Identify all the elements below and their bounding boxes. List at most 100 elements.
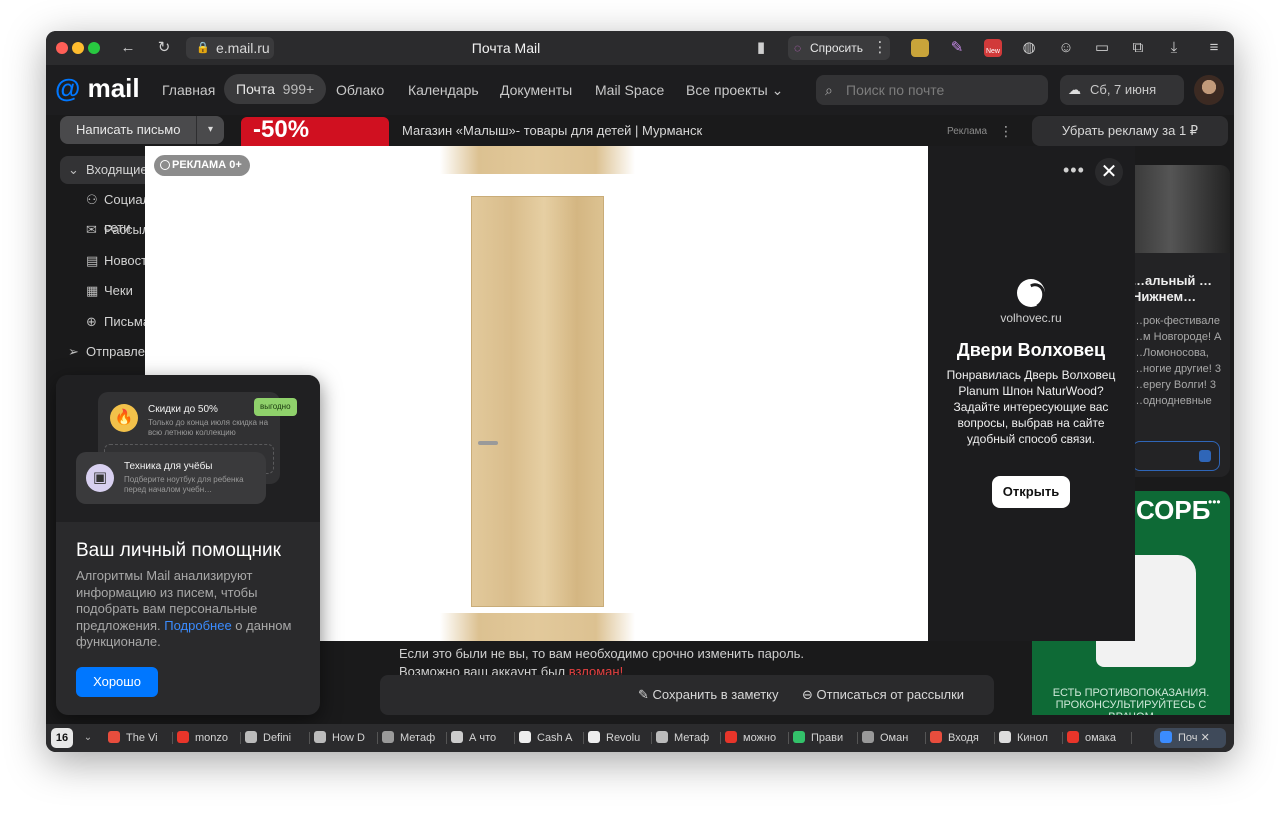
- assistant-text: Алгоритмы Mail анализируют информацию из…: [76, 568, 306, 651]
- extension-feather-icon[interactable]: ✎: [948, 39, 966, 57]
- browser-tab[interactable]: Метаф: [656, 728, 716, 748]
- more-vertical-icon[interactable]: ⋮: [999, 123, 1013, 140]
- info-circle-icon: [160, 160, 170, 170]
- search-input[interactable]: ⌕ Поиск по почте: [816, 75, 1048, 105]
- tab-favicon-icon: [382, 731, 394, 743]
- browser-tab[interactable]: Прави: [793, 728, 853, 748]
- nav-mail-space[interactable]: Mail Space: [595, 80, 664, 100]
- mail-logo[interactable]: @ mail: [55, 73, 140, 103]
- lock-icon: 🔒: [196, 42, 210, 54]
- ad-title[interactable]: Магазин «Малыш»- товары для детей | Мурм…: [402, 123, 702, 138]
- top-ad-strip[interactable]: -50% Магазин «Малыш»- товары для детей |…: [241, 117, 1021, 147]
- fire-icon: 🔥: [110, 404, 138, 432]
- nav-mail-label: Почта: [236, 81, 275, 97]
- browser-tab[interactable]: Метаф: [382, 728, 442, 748]
- avatar[interactable]: [1194, 75, 1224, 105]
- close-icon[interactable]: ✕: [1095, 158, 1123, 186]
- battery-icon[interactable]: ▭: [1092, 38, 1112, 58]
- weather-widget[interactable]: ☁ Сб, 7 июня: [1060, 75, 1184, 105]
- tech-title: Техника для учёбы: [124, 461, 213, 472]
- extension-discount-icon[interactable]: [911, 39, 929, 57]
- send-icon: ➢: [68, 344, 79, 359]
- extension-new-icon[interactable]: New: [984, 39, 1002, 57]
- logo-text: mail: [87, 73, 140, 103]
- tab-count[interactable]: 16: [51, 728, 73, 748]
- tab-favicon-icon: [245, 731, 257, 743]
- browser-tab[interactable]: Кинол: [999, 728, 1059, 748]
- unsubscribe-button[interactable]: ⊖ Отписаться от рассылки: [802, 686, 964, 704]
- browser-tab[interactable]: How D: [314, 728, 374, 748]
- address-bar[interactable]: 🔒 e.mail.ru: [186, 37, 274, 59]
- menu-icon[interactable]: ≡: [1204, 38, 1224, 58]
- nav-home[interactable]: Главная: [162, 80, 215, 100]
- window-title: Почта Mail: [471, 40, 541, 56]
- browser-tab[interactable]: А что: [451, 728, 511, 748]
- browser-tab[interactable]: Оман: [862, 728, 922, 748]
- globe-icon[interactable]: ◍: [1019, 38, 1039, 58]
- more-horizontal-icon[interactable]: •••: [1063, 160, 1085, 181]
- tab-favicon-icon: [588, 731, 600, 743]
- vk-button[interactable]: [1132, 441, 1220, 471]
- browser-tab[interactable]: The Vi: [108, 728, 168, 748]
- tab-favicon-icon: [451, 731, 463, 743]
- tab-separator: [377, 732, 378, 744]
- close-tab-icon[interactable]: ✕: [1198, 732, 1210, 744]
- compose-button[interactable]: Написать письмо ▾: [60, 116, 224, 144]
- note-icon: ✎: [638, 687, 649, 702]
- tab-favicon-icon: [1067, 731, 1079, 743]
- more-horizontal-icon[interactable]: •••: [1208, 495, 1221, 509]
- browser-tab[interactable]: можно: [725, 728, 785, 748]
- remove-ads-button[interactable]: Убрать рекламу за 1 ₽: [1032, 116, 1228, 146]
- browser-tab[interactable]: Входя: [930, 728, 990, 748]
- tab-separator: [309, 732, 310, 744]
- nav-calendar[interactable]: Календарь: [408, 80, 479, 100]
- browser-tab[interactable]: омака: [1067, 728, 1127, 748]
- ok-button[interactable]: Хорошо: [76, 667, 158, 697]
- weather-date: Сб, 7 июня: [1090, 82, 1157, 97]
- at-logo-icon: @: [55, 73, 81, 103]
- tab-title: Кинол: [1017, 732, 1048, 744]
- ad-heading: Двери Волховец: [956, 340, 1106, 360]
- screenshot-icon[interactable]: ⧉: [1128, 38, 1148, 58]
- tab-title: А что: [469, 732, 497, 744]
- tab-title: Revolu: [606, 732, 641, 744]
- nav-documents[interactable]: Документы: [500, 80, 572, 100]
- learn-more-link[interactable]: Подробнее: [164, 618, 231, 633]
- chevron-down-icon: ⌄: [771, 82, 784, 98]
- assistant-illustration: 🔥 Скидки до 50% Только до конца июля ски…: [56, 375, 320, 522]
- nav-all-projects-label: Все проекты: [686, 82, 768, 98]
- browser-tab[interactable]: Cash A: [519, 728, 579, 748]
- tab-title: Прави: [811, 732, 844, 744]
- open-button[interactable]: Открыть: [992, 476, 1070, 508]
- nav-mail[interactable]: Почта 999+: [224, 74, 327, 104]
- people-icon: ⚇: [86, 192, 98, 207]
- chevron-down-icon[interactable]: ▾: [196, 116, 224, 144]
- tab-favicon-icon: [177, 731, 189, 743]
- nav-cloud[interactable]: Облако: [336, 80, 384, 100]
- zoom-window-button[interactable]: [88, 42, 100, 54]
- tab-favicon-icon: [108, 731, 120, 743]
- advertiser-domain: volhovec.ru: [1000, 311, 1062, 325]
- back-arrow-icon[interactable]: ←: [118, 38, 138, 58]
- badge-profitable: выгодно: [254, 398, 297, 416]
- reload-icon[interactable]: ↻: [154, 38, 174, 58]
- download-icon[interactable]: ⤓: [1164, 38, 1184, 58]
- minimize-window-button[interactable]: [72, 42, 84, 54]
- browser-tab[interactable]: Поч ✕: [1154, 728, 1226, 748]
- browser-tab[interactable]: Revolu: [588, 728, 648, 748]
- tab-favicon-icon: [656, 731, 668, 743]
- bookmark-icon[interactable]: ▮: [751, 38, 771, 58]
- unsubscribe-label: Отписаться от рассылки: [816, 687, 965, 702]
- nav-all-projects[interactable]: Все проекты ⌄: [686, 80, 783, 100]
- cloud-icon: ☁: [1068, 82, 1081, 97]
- save-note-button[interactable]: ✎ Сохранить в заметку: [638, 686, 778, 704]
- extension-character-icon[interactable]: ☺: [1056, 38, 1076, 58]
- browser-tab[interactable]: monzo: [177, 728, 237, 748]
- more-vertical-icon[interactable]: ⋮: [870, 38, 890, 58]
- ad-body: Понравилась Дверь Волховец Planum Шпон N…: [946, 368, 1116, 446]
- browser-tab[interactable]: Defini: [245, 728, 305, 748]
- chevron-down-icon[interactable]: ⌄: [79, 728, 97, 748]
- envelope-icon: ✉: [86, 222, 97, 237]
- tab-title: monzo: [195, 732, 229, 744]
- close-window-button[interactable]: [56, 42, 68, 54]
